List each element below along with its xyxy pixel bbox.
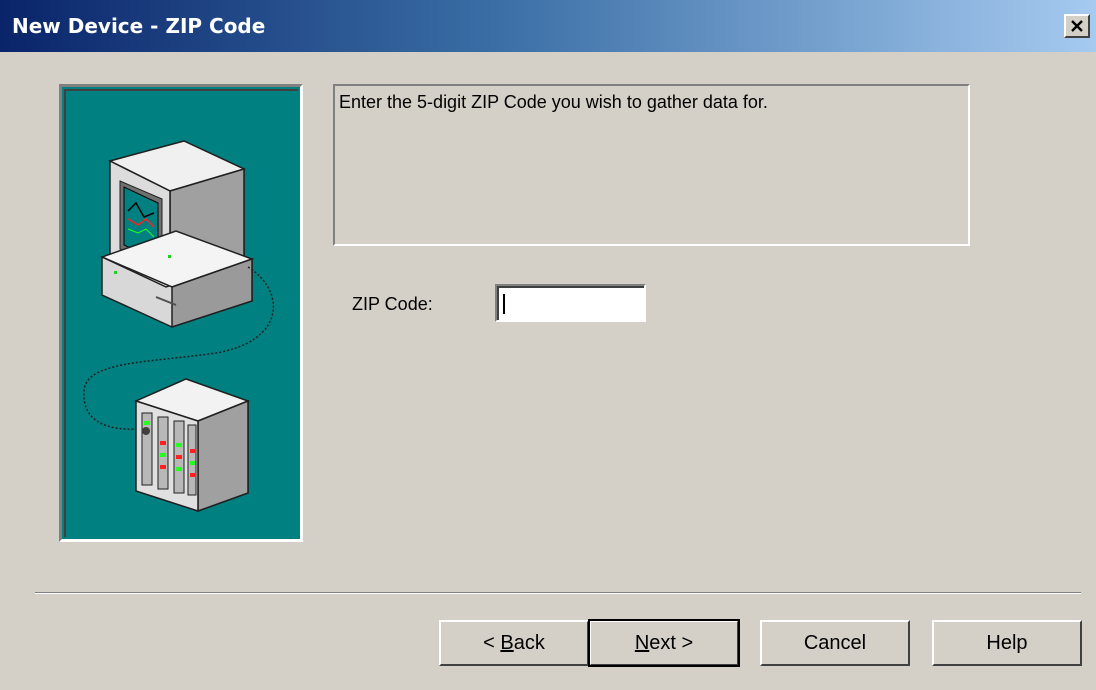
instruction-text: Enter the 5-digit ZIP Code you wish to g… (339, 92, 768, 112)
cancel-button-label: Cancel (803, 631, 867, 654)
instruction-box: Enter the 5-digit ZIP Code you wish to g… (333, 84, 970, 246)
back-button[interactable]: < Back (439, 620, 589, 666)
help-button-label: Help (986, 631, 1028, 654)
window-title: New Device - ZIP Code (12, 14, 266, 38)
help-button[interactable]: Help (932, 620, 1082, 666)
computer-to-device-icon (83, 140, 274, 513)
illustration-frame (64, 89, 298, 537)
dialog-window: New Device - ZIP Code Enter the 5-digit … (0, 0, 1096, 690)
zip-code-field[interactable] (495, 284, 646, 322)
next-button-label: ext > (649, 631, 694, 654)
text-caret (503, 294, 505, 314)
wizard-illustration-panel (59, 84, 303, 542)
back-button-prefix: < (483, 631, 501, 654)
back-button-mnemonic: B (500, 631, 514, 654)
back-button-label: ack (513, 631, 545, 654)
button-separator (35, 592, 1081, 594)
zip-code-input[interactable] (497, 286, 644, 320)
title-bar[interactable]: New Device - ZIP Code (0, 0, 1096, 52)
next-button[interactable]: Next > (588, 619, 740, 667)
next-button-mnemonic: N (634, 631, 650, 654)
zip-code-label: ZIP Code: (352, 294, 433, 314)
close-icon (1071, 20, 1083, 32)
cancel-button[interactable]: Cancel (760, 620, 910, 666)
close-button[interactable] (1064, 14, 1090, 38)
